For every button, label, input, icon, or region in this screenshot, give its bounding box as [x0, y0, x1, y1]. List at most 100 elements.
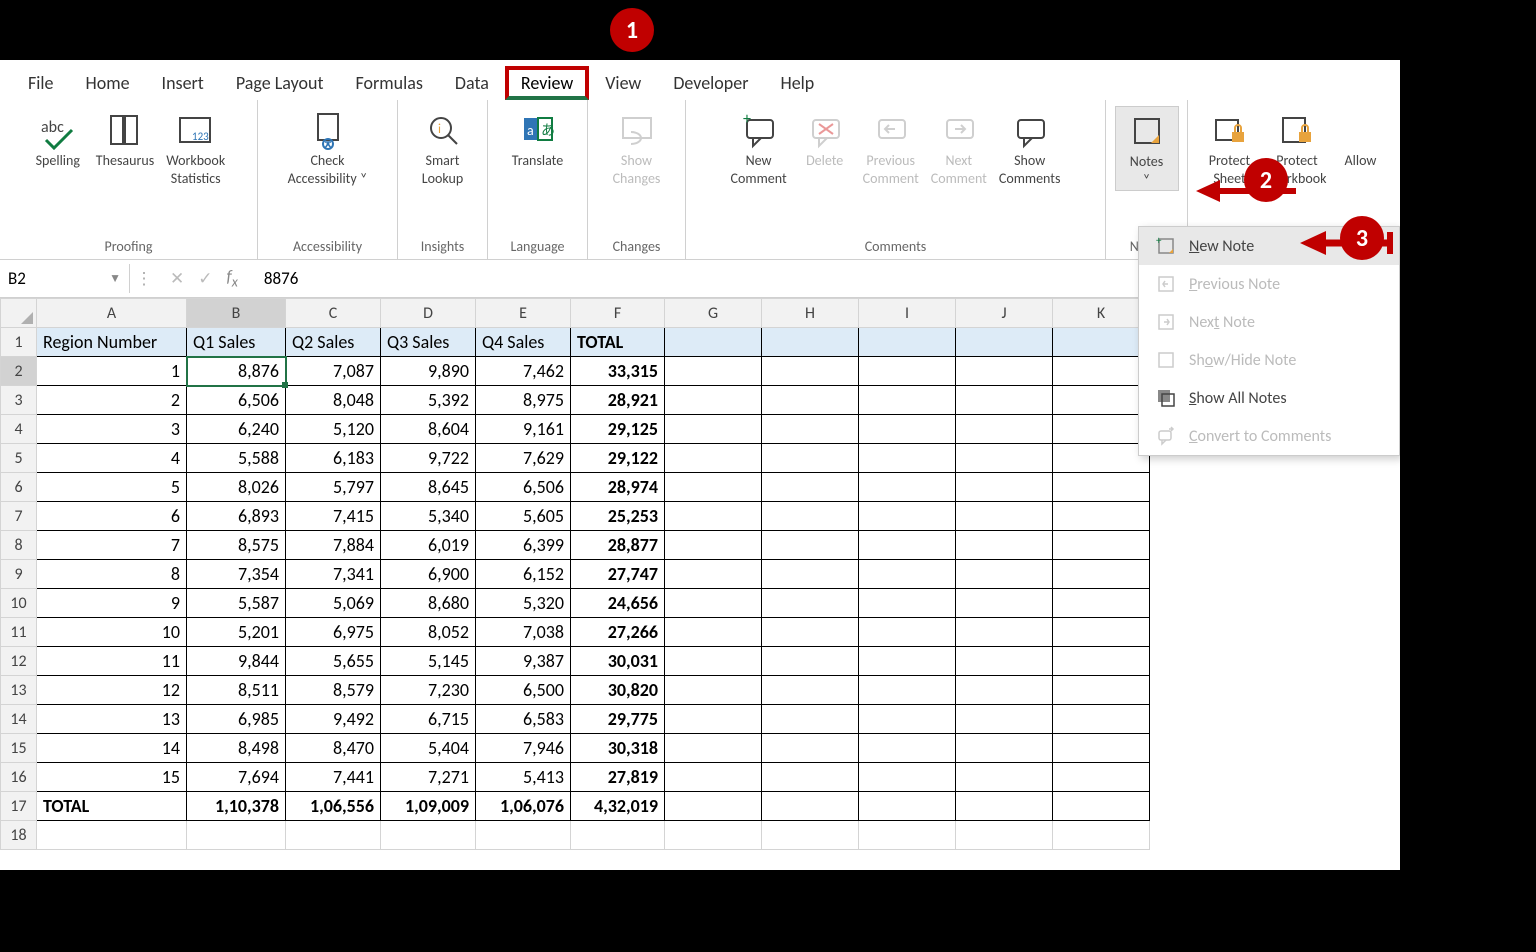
- cell[interactable]: [381, 821, 476, 850]
- cell[interactable]: 3: [37, 415, 187, 444]
- cell[interactable]: [762, 589, 859, 618]
- tab-file[interactable]: File: [12, 66, 70, 100]
- cell[interactable]: [859, 415, 956, 444]
- cell[interactable]: [665, 705, 762, 734]
- cell[interactable]: 9,722: [381, 444, 476, 473]
- cell[interactable]: [859, 386, 956, 415]
- row-header-7[interactable]: 7: [1, 502, 37, 531]
- row-header-9[interactable]: 9: [1, 560, 37, 589]
- formula-value[interactable]: 8876: [264, 268, 298, 289]
- cell[interactable]: 28,974: [571, 473, 665, 502]
- check-accessibility-button[interactable]: Check Accessibility ˅: [282, 106, 374, 189]
- smart-lookup-button[interactable]: i Smart Lookup: [411, 106, 475, 189]
- cell[interactable]: [956, 444, 1053, 473]
- cell[interactable]: [956, 560, 1053, 589]
- cell[interactable]: 8,511: [187, 676, 286, 705]
- cell[interactable]: [859, 821, 956, 850]
- row-header-16[interactable]: 16: [1, 763, 37, 792]
- tab-formulas[interactable]: Formulas: [340, 66, 439, 100]
- tab-page-layout[interactable]: Page Layout: [220, 66, 340, 100]
- cell[interactable]: 6,152: [476, 560, 571, 589]
- cell[interactable]: 8,026: [187, 473, 286, 502]
- cell[interactable]: [762, 676, 859, 705]
- spelling-button[interactable]: abc Spelling: [26, 106, 90, 172]
- cell[interactable]: 6,240: [187, 415, 286, 444]
- cell[interactable]: [762, 647, 859, 676]
- row-header-17[interactable]: 17: [1, 792, 37, 821]
- cell[interactable]: 7,441: [286, 763, 381, 792]
- cell[interactable]: [762, 792, 859, 821]
- cell[interactable]: 6,399: [476, 531, 571, 560]
- cell[interactable]: [665, 792, 762, 821]
- cell[interactable]: [762, 821, 859, 850]
- cell[interactable]: 4,32,019: [571, 792, 665, 821]
- cancel-formula-icon[interactable]: ✕: [170, 268, 184, 289]
- cell[interactable]: [956, 328, 1053, 357]
- new-comment-button[interactable]: + New Comment: [725, 106, 793, 189]
- cell[interactable]: [762, 531, 859, 560]
- cell[interactable]: [859, 357, 956, 386]
- cell[interactable]: [1053, 589, 1150, 618]
- cell[interactable]: [762, 705, 859, 734]
- cell[interactable]: [956, 792, 1053, 821]
- cell[interactable]: 5,797: [286, 473, 381, 502]
- fx-icon[interactable]: fx: [227, 266, 238, 290]
- row-header-11[interactable]: 11: [1, 618, 37, 647]
- cell[interactable]: 8,579: [286, 676, 381, 705]
- cell[interactable]: 29,125: [571, 415, 665, 444]
- col-header-B[interactable]: B: [187, 299, 286, 328]
- cell[interactable]: 8,052: [381, 618, 476, 647]
- col-header-K[interactable]: K: [1053, 299, 1150, 328]
- cell[interactable]: [187, 821, 286, 850]
- cell[interactable]: [762, 328, 859, 357]
- cell[interactable]: 29,122: [571, 444, 665, 473]
- cell[interactable]: 33,315: [571, 357, 665, 386]
- cell[interactable]: 5,404: [381, 734, 476, 763]
- cell[interactable]: [762, 415, 859, 444]
- cell[interactable]: [1053, 473, 1150, 502]
- thesaurus-button[interactable]: Thesaurus: [90, 106, 160, 172]
- cell[interactable]: [1053, 415, 1150, 444]
- cell[interactable]: [665, 502, 762, 531]
- cell[interactable]: [956, 502, 1053, 531]
- cell[interactable]: 7,341: [286, 560, 381, 589]
- cell[interactable]: 5,340: [381, 502, 476, 531]
- cell[interactable]: [665, 531, 762, 560]
- cell[interactable]: 7,230: [381, 676, 476, 705]
- cell[interactable]: 8,876: [187, 357, 286, 386]
- cell[interactable]: [665, 357, 762, 386]
- row-header-1[interactable]: 1: [1, 328, 37, 357]
- cell[interactable]: 7: [37, 531, 187, 560]
- tab-insert[interactable]: Insert: [146, 66, 220, 100]
- cell[interactable]: [571, 821, 665, 850]
- cell[interactable]: [1053, 502, 1150, 531]
- cell[interactable]: [859, 647, 956, 676]
- cell[interactable]: 5,605: [476, 502, 571, 531]
- cell[interactable]: 24,656: [571, 589, 665, 618]
- cell[interactable]: 8,680: [381, 589, 476, 618]
- row-header-10[interactable]: 10: [1, 589, 37, 618]
- cell[interactable]: TOTAL: [37, 792, 187, 821]
- cell[interactable]: Region Number: [37, 328, 187, 357]
- show-comments-button[interactable]: Show Comments: [993, 106, 1067, 189]
- cell[interactable]: 5,069: [286, 589, 381, 618]
- cell[interactable]: 29,775: [571, 705, 665, 734]
- cell[interactable]: 6,183: [286, 444, 381, 473]
- workbook-statistics-button[interactable]: 123 Workbook Statistics: [160, 106, 231, 189]
- cell[interactable]: [1053, 560, 1150, 589]
- col-header-J[interactable]: J: [956, 299, 1053, 328]
- cell[interactable]: 7,354: [187, 560, 286, 589]
- tab-view[interactable]: View: [589, 66, 657, 100]
- cell[interactable]: 5,120: [286, 415, 381, 444]
- cell[interactable]: 5,413: [476, 763, 571, 792]
- cell[interactable]: [859, 531, 956, 560]
- cell[interactable]: 7,038: [476, 618, 571, 647]
- cell[interactable]: [859, 560, 956, 589]
- cell[interactable]: [762, 734, 859, 763]
- cell[interactable]: [665, 734, 762, 763]
- cell[interactable]: 28,877: [571, 531, 665, 560]
- row-header-6[interactable]: 6: [1, 473, 37, 502]
- tab-home[interactable]: Home: [70, 66, 146, 100]
- cell[interactable]: 12: [37, 676, 187, 705]
- cell[interactable]: [956, 647, 1053, 676]
